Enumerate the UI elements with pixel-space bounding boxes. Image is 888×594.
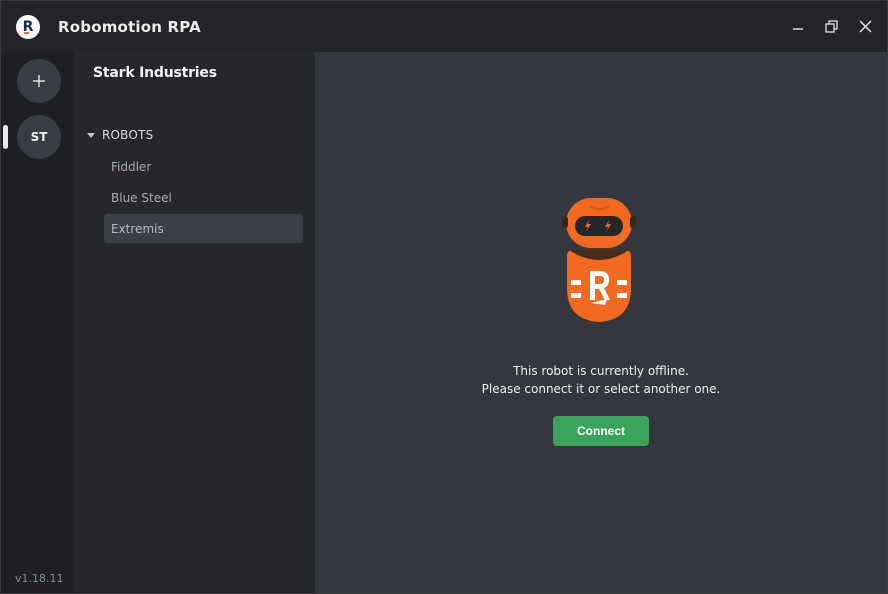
robots-section-label: ROBOTS — [102, 128, 154, 142]
restore-icon — [824, 19, 838, 33]
robots-panel: Stark Industries ROBOTS Fiddler Blue Ste… — [75, 52, 315, 593]
main-content: This robot is currently offline. Please … — [315, 52, 887, 593]
connect-button[interactable]: Connect — [553, 416, 649, 446]
robot-item-extremis[interactable]: Extremis — [104, 214, 303, 243]
restore-button[interactable] — [822, 17, 840, 35]
robot-illustration — [562, 198, 636, 322]
app-title: Robomotion RPA — [58, 18, 201, 36]
plus-icon — [33, 75, 45, 87]
robot-item-fiddler[interactable]: Fiddler — [104, 152, 303, 181]
close-button[interactable] — [856, 17, 874, 35]
robot-list: Fiddler Blue Steel Extremis — [104, 152, 303, 245]
add-workspace-button[interactable] — [17, 59, 61, 103]
offline-message-line-2: Please connect it or select another one. — [481, 382, 721, 396]
app-version: v1.18.11 — [15, 572, 64, 585]
active-workspace-indicator — [3, 125, 8, 149]
offline-message-line-1: This robot is currently offline. — [513, 364, 689, 378]
caret-down-icon — [87, 132, 95, 138]
app-logo-icon: R — [16, 15, 40, 39]
robot-item-blue-steel[interactable]: Blue Steel — [104, 183, 303, 212]
app-window: R Robomotion RPA ST v1.18.11 Stark Indus… — [0, 0, 888, 594]
minimize-icon — [793, 28, 803, 30]
close-icon — [859, 20, 871, 32]
minimize-button[interactable] — [789, 17, 807, 35]
title-bar[interactable]: R Robomotion RPA — [1, 1, 887, 52]
workspace-rail: ST v1.18.11 — [1, 52, 75, 593]
workspace-avatar[interactable]: ST — [17, 115, 61, 159]
robots-section-toggle[interactable]: ROBOTS — [87, 128, 153, 142]
offline-message: This robot is currently offline. Please … — [315, 362, 887, 398]
organization-name: Stark Industries — [93, 65, 217, 81]
app-logo-accent — [24, 32, 29, 34]
